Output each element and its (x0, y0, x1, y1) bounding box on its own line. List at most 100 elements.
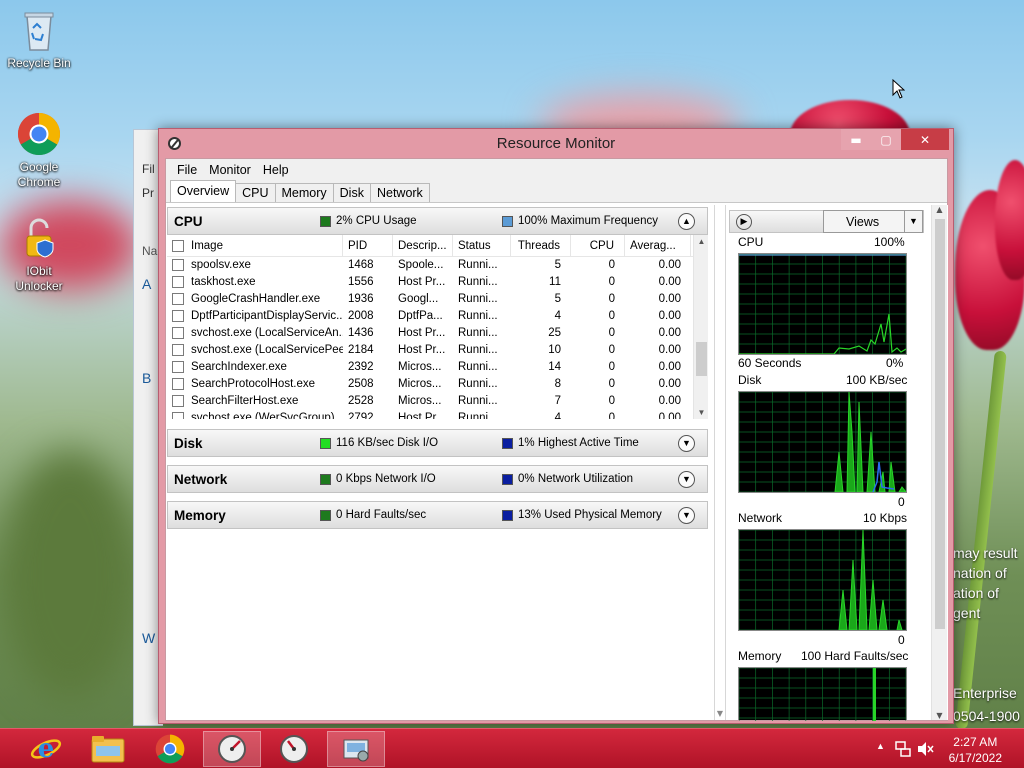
minimize-button[interactable]: ▬ (841, 129, 871, 150)
cell-text: DptfParticipantDisplayServic... (191, 310, 343, 322)
column-pid[interactable]: PID (343, 235, 393, 257)
cell-text: 0.00 (658, 327, 681, 339)
expand-network-button[interactable]: ▼ (678, 471, 695, 488)
memory-section-header[interactable]: Memory 0 Hard Faults/sec 13% Used Physic… (167, 501, 708, 529)
cell-text: 8 (554, 378, 561, 390)
row-checkbox[interactable] (172, 326, 184, 339)
close-button[interactable]: ✕ (901, 129, 949, 150)
table-row[interactable]: spoolsv.exe 1468 Spoole... Runni... 5 0 0.00 (167, 257, 708, 274)
pane-splitter[interactable]: ▼ (714, 205, 725, 720)
row-checkbox[interactable] (172, 309, 184, 322)
cpu-section-header[interactable]: CPU 2% CPU Usage 100% Maximum Frequency … (167, 207, 708, 235)
title-bar[interactable]: Resource Monitor ▬ ▢ ✕ (159, 129, 953, 158)
menu-help[interactable]: Help (257, 163, 295, 177)
menu-monitor[interactable]: Monitor (203, 163, 257, 177)
table-row[interactable]: DptfParticipantDisplayServic... 2008 DptfP… (167, 308, 708, 325)
table-cell: 0 (571, 325, 625, 342)
row-checkbox[interactable] (172, 411, 184, 419)
cell-text: Micros... (398, 361, 442, 373)
max-frequency-text: 100% Maximum Frequency (518, 215, 658, 227)
clock[interactable]: 2:27 AM 6/17/2022 (949, 734, 1002, 766)
column-description[interactable]: Descrip... (393, 235, 453, 257)
close-icon: ✕ (919, 132, 931, 147)
cpu-graph-time: 60 Seconds (738, 356, 802, 370)
cell-text: 1436 (348, 327, 374, 339)
table-cell: 5 (511, 257, 571, 274)
table-cell: Host Pr... (393, 274, 453, 291)
expand-memory-button[interactable]: ▼ (678, 507, 695, 524)
taskbar-file-explorer[interactable] (79, 731, 137, 767)
table-scrollbar[interactable]: ▲ ▼ (693, 235, 708, 419)
table-row[interactable]: SearchProtocolHost.exe 2508 Micros... Runni… (167, 376, 708, 393)
network-section-header[interactable]: Network 0 Kbps Network I/O 0% Network Ut… (167, 465, 708, 493)
maximize-button[interactable]: ▢ (871, 129, 901, 150)
column-status[interactable]: Status (453, 235, 511, 257)
scroll-down-icon[interactable]: ▼ (694, 408, 708, 417)
collapse-cpu-button[interactable]: ▲ (678, 213, 695, 230)
graph-pane-scrollbar[interactable]: ▲ ▼ (931, 205, 947, 720)
disk-graph (738, 391, 908, 493)
scroll-thumb[interactable] (935, 219, 945, 629)
recycle-bin-icon[interactable]: Recycle Bin (4, 8, 74, 71)
row-checkbox[interactable] (172, 360, 184, 373)
taskbar-internet-explorer[interactable]: e (17, 731, 75, 767)
table-row[interactable]: svchost.exe (WerSvcGroup) 2792 Host Pr... R… (167, 410, 708, 419)
scroll-down-icon[interactable]: ▼ (932, 711, 947, 720)
row-checkbox[interactable] (172, 292, 184, 305)
row-checkbox[interactable] (172, 275, 184, 288)
desktop-icon-label: IObit Unlocker (15, 264, 63, 293)
row-checkbox[interactable] (172, 377, 184, 390)
desktop-text: 0504-1900 (953, 708, 1020, 724)
table-row[interactable]: svchost.exe (LocalServiceAn... 1436 Host P… (167, 325, 708, 342)
cell-text: 11 (549, 276, 561, 288)
speaker-muted-icon[interactable] (916, 740, 934, 758)
google-chrome-icon[interactable]: Google Chrome (4, 112, 74, 190)
network-icon[interactable] (894, 740, 912, 758)
memory-graph-label: Memory (738, 649, 782, 663)
scroll-up-icon[interactable]: ▲ (694, 237, 708, 246)
views-dropdown[interactable]: Views ▼ (823, 210, 923, 233)
tab-cpu[interactable]: CPU (235, 183, 276, 202)
column-average[interactable]: Averag... (625, 235, 691, 257)
network-graph (738, 529, 907, 631)
collapse-graphs-button[interactable]: ▶ (736, 214, 752, 230)
taskbar-google-chrome[interactable] (141, 731, 199, 767)
column-image[interactable]: Image (167, 235, 343, 257)
disk-graph-min: 0 (898, 495, 905, 509)
tab-disk[interactable]: Disk (332, 183, 371, 202)
table-row[interactable]: SearchIndexer.exe 2392 Micros... Runni... 14… (167, 359, 708, 376)
column-threads[interactable]: Threads (511, 235, 571, 257)
taskbar-performance-monitor[interactable] (265, 731, 323, 767)
row-checkbox[interactable] (172, 343, 184, 356)
tab-memory[interactable]: Memory (274, 183, 334, 202)
menu-file[interactable]: File (171, 163, 203, 177)
table-row[interactable]: taskhost.exe 1556 Host Pr... Runni... 11 0 0.0… (167, 274, 708, 291)
table-row[interactable]: SearchFilterHost.exe 2528 Micros... Runni..… (167, 393, 708, 410)
scroll-thumb[interactable] (696, 342, 707, 376)
show-hidden-icons-icon[interactable]: ▲ (876, 741, 885, 751)
table-row[interactable]: svchost.exe (LocalServicePee... 2184 Host … (167, 342, 708, 359)
row-checkbox[interactable] (172, 258, 184, 271)
taskbar-system-tool[interactable] (327, 731, 385, 767)
dropdown-arrow-icon[interactable]: ▼ (904, 211, 922, 232)
folder-icon (91, 736, 125, 763)
window-client: File Monitor Help Overview CPU Memory Di… (165, 158, 948, 721)
expand-disk-button[interactable]: ▼ (678, 435, 695, 452)
cell-text: 0.00 (658, 259, 681, 271)
taskbar-resource-monitor[interactable] (203, 731, 261, 767)
scroll-up-icon[interactable]: ▲ (932, 205, 947, 214)
tab-network[interactable]: Network (369, 183, 430, 202)
maximize-icon: ▢ (880, 132, 892, 147)
resource-monitor-window[interactable]: Resource Monitor ▬ ▢ ✕ File Monitor Help… (158, 128, 954, 724)
cell-text: 14 (548, 361, 561, 373)
table-cell: 0.00 (625, 274, 691, 291)
column-cpu[interactable]: CPU (571, 235, 625, 257)
cell-text: Spoole... (398, 259, 444, 271)
select-all-checkbox[interactable] (172, 239, 184, 252)
disk-section-header[interactable]: Disk 116 KB/sec Disk I/O 1% Highest Acti… (167, 429, 708, 457)
row-checkbox[interactable] (172, 394, 184, 407)
iobit-unlocker-icon[interactable]: IObit Unlocker (4, 216, 74, 294)
table-row[interactable]: GoogleCrashHandler.exe 1936 Googl... Runni.… (167, 291, 708, 308)
cell-text: SearchIndexer.exe (191, 361, 287, 373)
tab-overview[interactable]: Overview (170, 180, 237, 202)
